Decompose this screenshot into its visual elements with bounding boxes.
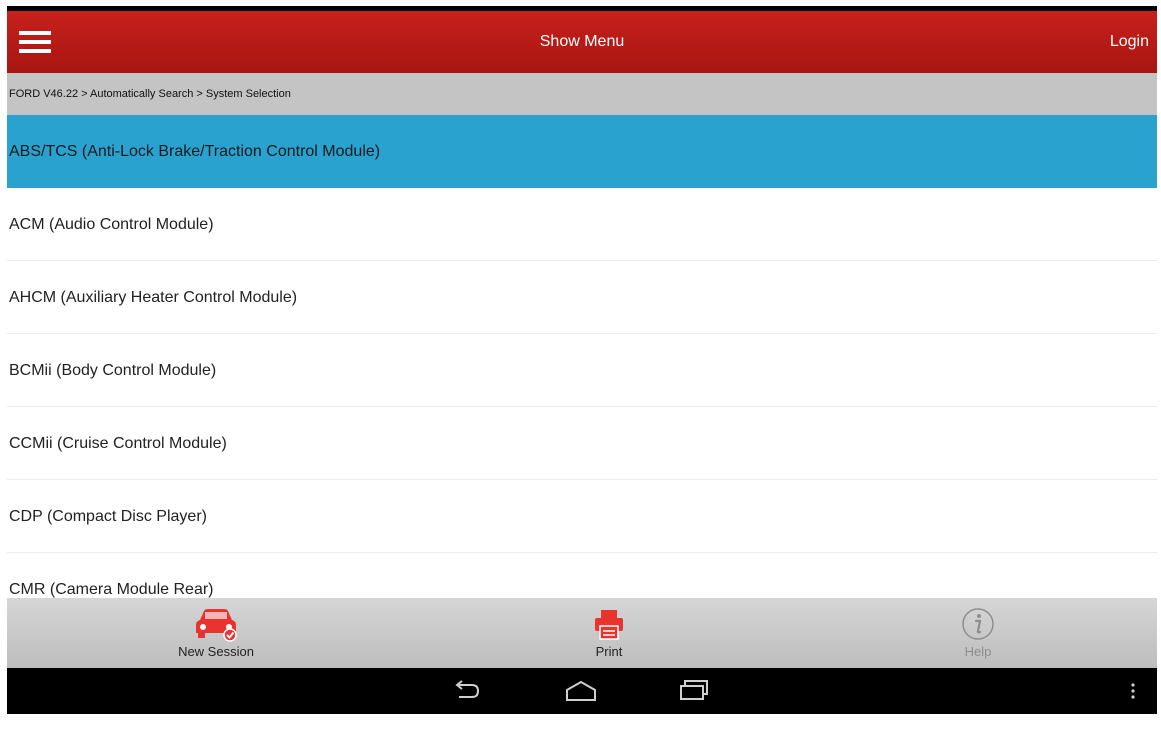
print-label: Print xyxy=(595,644,623,659)
list-item-bcmii[interactable]: BCMii (Body Control Module) xyxy=(7,334,1157,407)
help-label: Help xyxy=(964,644,992,659)
list-item-ahcm[interactable]: AHCM (Auxiliary Heater Control Module) xyxy=(7,261,1157,334)
list-item-ccmii[interactable]: CCMii (Cruise Control Module) xyxy=(7,407,1157,480)
header-title[interactable]: Show Menu xyxy=(7,11,1157,73)
system-navigation-bar xyxy=(7,668,1157,714)
list-item-cdp[interactable]: CDP (Compact Disc Player) xyxy=(7,480,1157,553)
list-item-acm[interactable]: ACM (Audio Control Module) xyxy=(7,188,1157,261)
print-button[interactable]: Print xyxy=(534,598,684,668)
bottom-toolbar: New Session Print Help xyxy=(7,598,1157,668)
info-icon xyxy=(962,608,994,640)
new-session-button[interactable]: New Session xyxy=(141,598,291,668)
system-list: ABS/TCS (Anti-Lock Brake/Traction Contro… xyxy=(7,115,1157,626)
breadcrumb: FORD V46.22 > Automatically Search > Sys… xyxy=(7,73,1157,115)
car-icon xyxy=(196,609,237,642)
new-session-label: New Session xyxy=(178,644,254,659)
back-icon[interactable] xyxy=(450,678,482,704)
list-item-abs-tcs[interactable]: ABS/TCS (Anti-Lock Brake/Traction Contro… xyxy=(7,115,1157,188)
help-button[interactable]: Help xyxy=(903,598,1053,668)
printer-icon xyxy=(595,610,623,640)
app-header: Show Menu Login xyxy=(7,11,1157,73)
home-icon[interactable] xyxy=(563,678,599,704)
recent-apps-icon[interactable] xyxy=(677,678,711,704)
app-window: Show Menu Login FORD V46.22 > Automatica… xyxy=(7,6,1157,714)
login-button[interactable]: Login xyxy=(1110,11,1149,73)
overflow-menu-icon[interactable] xyxy=(1128,678,1138,704)
